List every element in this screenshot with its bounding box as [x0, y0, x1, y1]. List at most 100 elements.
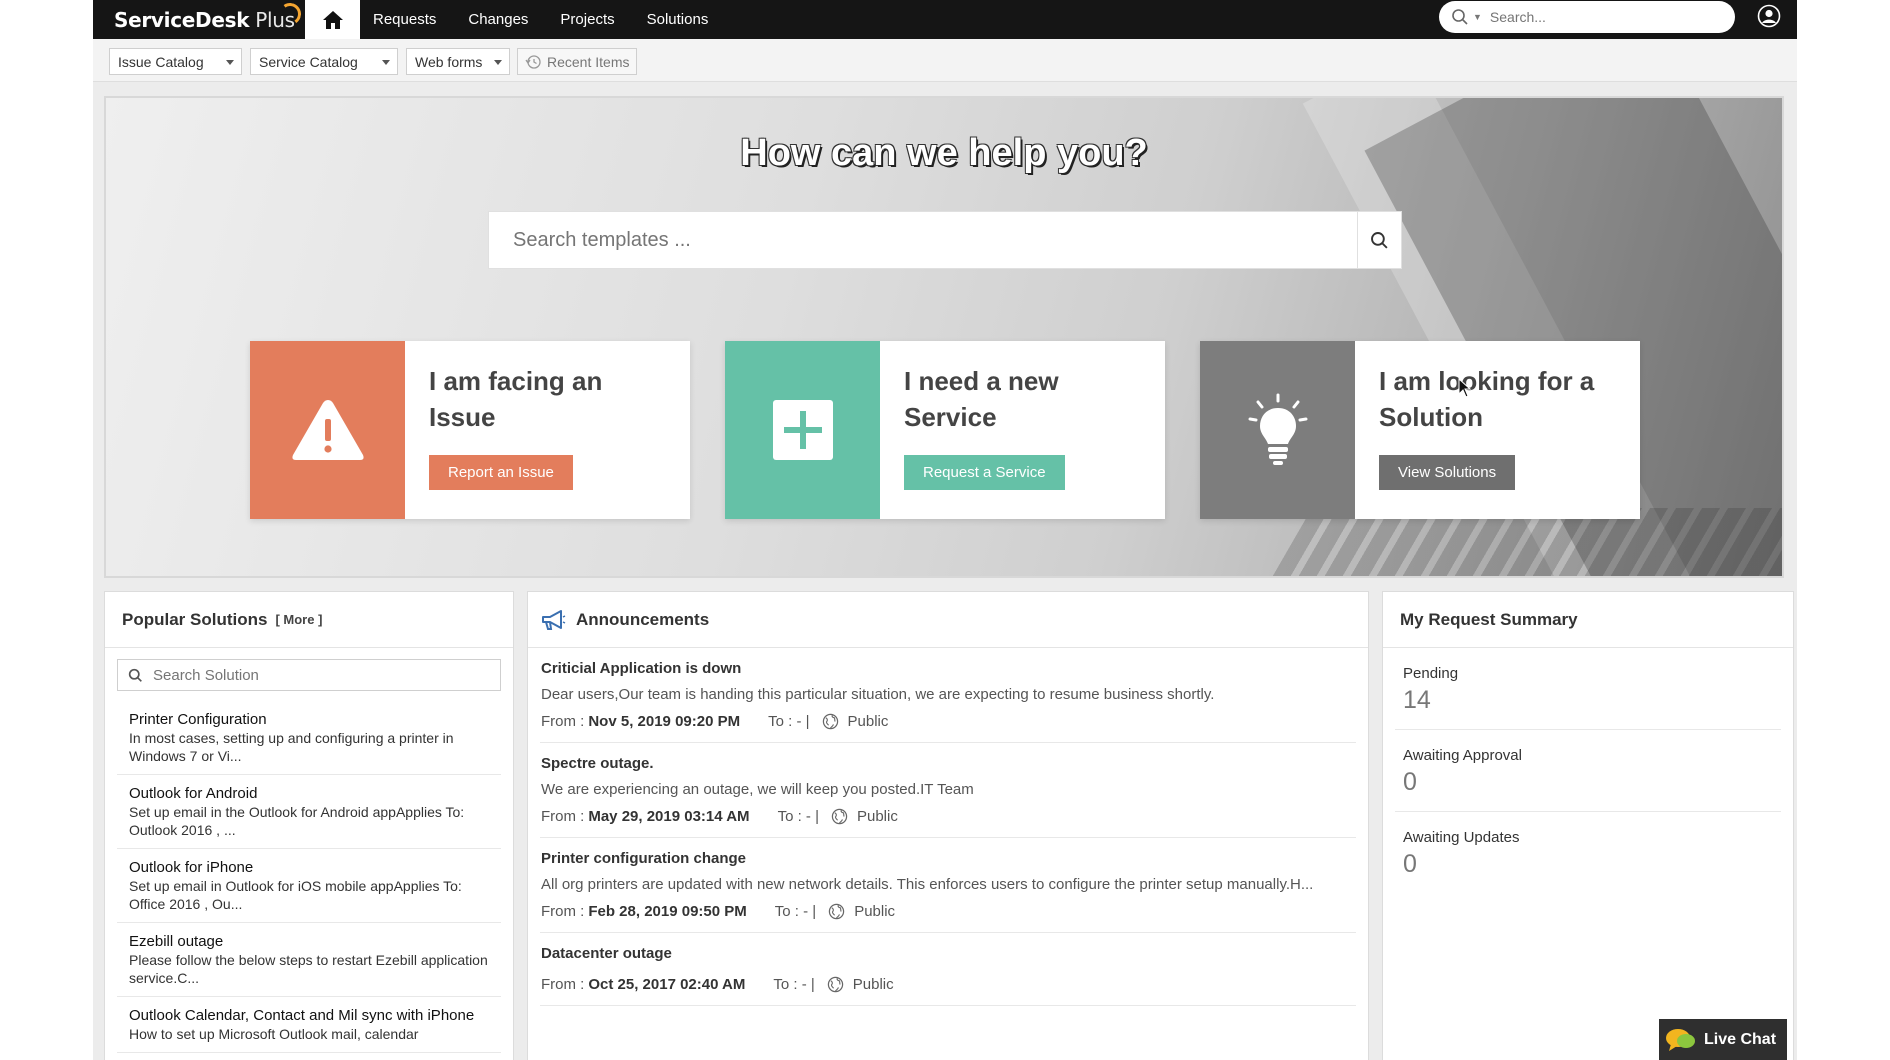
solution-item[interactable]: Outlook Calendar, Contact and Mil sync w… [117, 997, 501, 1053]
request-service-card: I need a new Service Request a Service [725, 341, 1165, 519]
nav-solutions[interactable]: Solutions [647, 11, 709, 28]
announcement-meta: From : Oct 25, 2017 02:40 AM To : - | Pub… [540, 976, 1356, 993]
recent-items-button[interactable]: Recent Items [517, 48, 637, 75]
lightbulb-icon [1248, 393, 1307, 465]
solution-item[interactable]: Ezebill outage Please follow the below s… [117, 923, 501, 997]
card-title-line: I am looking for a [1379, 366, 1595, 396]
view-solutions-button[interactable]: View Solutions [1379, 455, 1516, 490]
solution-description: Set up email in the Outlook for Android … [129, 804, 465, 838]
popular-solutions-panel: Popular Solutions [ More ] Printer Confi… [104, 591, 514, 1060]
announcements-title: Announcements [576, 609, 710, 629]
search-scope-dropdown-icon[interactable]: ▼ [1473, 12, 1482, 22]
summary-pending[interactable]: Pending 14 [1395, 648, 1781, 730]
announcement-meta: From : Feb 28, 2019 09:50 PM To : - | Pub… [540, 903, 1356, 920]
request-summary-header: My Request Summary [1383, 592, 1793, 648]
nav-projects[interactable]: Projects [560, 11, 614, 28]
announcement-visibility: Public [856, 808, 898, 825]
top-navigation-bar: ServiceDesk Plus Requests Changes Projec… [93, 0, 1797, 39]
nav-requests[interactable]: Requests [373, 11, 436, 28]
announcement-from-date: Oct 25, 2017 02:40 AM [588, 976, 746, 993]
card-title-line: I am facing an [429, 366, 603, 396]
view-solutions-card-body: I am looking for a Solution View Solution… [1355, 341, 1594, 519]
announcement-title: Datacenter outage [541, 945, 672, 962]
chevron-down-icon [226, 60, 234, 65]
nav-changes[interactable]: Changes [468, 11, 528, 28]
report-issue-button[interactable]: Report an Issue [429, 455, 573, 490]
live-chat-label: Live Chat [1704, 1030, 1777, 1048]
to-label: To : - | [774, 903, 817, 920]
global-search-input[interactable] [1489, 9, 1710, 25]
request-service-card-title: I need a new Service [904, 363, 1065, 435]
summary-count: 0 [1403, 850, 1417, 878]
announcement-description: Dear users,Our team is handing this part… [541, 686, 1215, 703]
chevron-down-icon [382, 60, 390, 65]
issue-catalog-dropdown[interactable]: Issue Catalog [109, 48, 242, 75]
search-icon[interactable] [1451, 8, 1469, 26]
to-label: To : - | [768, 713, 810, 730]
history-icon [525, 54, 541, 69]
announcements-panel: Announcements Criticial Application is d… [527, 591, 1369, 1060]
solution-title: Ezebill outage [129, 933, 224, 950]
template-search-button[interactable] [1357, 212, 1401, 268]
announcement-item[interactable]: Printer configuration change All org pri… [540, 838, 1356, 933]
solution-description: How to set up Microsoft Outlook mail, ca… [129, 1026, 419, 1042]
summary-count: 14 [1403, 686, 1431, 714]
announcement-from-date: Nov 5, 2019 09:20 PM [588, 713, 741, 730]
announcement-meta: From : May 29, 2019 03:14 AM To : - | Pub… [540, 808, 1356, 825]
solution-title: Outlook for iPhone [129, 859, 254, 876]
globe-icon [827, 976, 843, 993]
chevron-down-icon [494, 60, 502, 65]
service-catalog-dropdown[interactable]: Service Catalog [250, 48, 398, 75]
from-label: From : [541, 976, 585, 993]
mouse-cursor-icon [1458, 378, 1472, 398]
template-search-input[interactable] [489, 212, 1357, 268]
web-forms-label: Web forms [415, 53, 483, 70]
web-forms-dropdown[interactable]: Web forms [406, 48, 510, 75]
card-title-line: I need a new [904, 366, 1059, 396]
solution-search-input[interactable] [153, 666, 483, 684]
app-window: ServiceDesk Plus Requests Changes Projec… [93, 0, 1797, 1060]
solution-item[interactable]: Outlook for iPhone Set up email in Outlo… [117, 849, 501, 923]
plus-icon [772, 400, 833, 460]
user-profile-icon[interactable] [1757, 4, 1781, 28]
card-title-line: Solution [1379, 402, 1483, 432]
card-title-line: Issue [429, 402, 496, 432]
announcement-from-date: Feb 28, 2019 09:50 PM [588, 903, 747, 920]
summary-count: 0 [1403, 768, 1417, 796]
recent-items-label: Recent Items [547, 53, 630, 70]
solution-description: Please follow the below steps to restart… [129, 952, 488, 986]
home-button[interactable] [305, 0, 360, 39]
globe-icon [822, 713, 838, 730]
solution-title: Outlook for Android [129, 785, 258, 802]
live-chat-button[interactable]: Live Chat [1659, 1019, 1787, 1060]
solution-item[interactable]: Printer Configuration In most cases, set… [117, 701, 501, 775]
main-nav: Requests Changes Projects Solutions [373, 0, 740, 39]
summary-awaiting-updates[interactable]: Awaiting Updates 0 [1395, 812, 1781, 893]
view-solutions-card-title: I am looking for a Solution [1379, 363, 1594, 435]
solution-item[interactable]: Outlook for Android Set up email in the … [117, 775, 501, 849]
announcement-description: We are experiencing an outage, we will k… [541, 781, 974, 798]
popular-solutions-header: Popular Solutions [ More ] [105, 592, 513, 648]
announcement-item[interactable]: Datacenter outage From : Oct 25, 2017 02:… [540, 933, 1356, 1006]
summary-awaiting-approval[interactable]: Awaiting Approval 0 [1395, 730, 1781, 812]
solution-description: In most cases, setting up and configurin… [129, 730, 454, 764]
view-solutions-card-icon-area [1200, 341, 1355, 519]
megaphone-icon [542, 609, 566, 630]
chat-bubble-icon [1666, 1029, 1695, 1051]
hero-title: How can we help you? [740, 132, 1148, 174]
search-icon [128, 668, 142, 682]
request-service-card-body: I need a new Service Request a Service [880, 341, 1065, 519]
home-icon [322, 10, 343, 29]
popular-solutions-title: Popular Solutions [122, 609, 268, 629]
announcement-from-date: May 29, 2019 03:14 AM [588, 808, 750, 825]
announcement-item[interactable]: Spectre outage. We are experiencing an o… [540, 743, 1356, 838]
announcement-visibility: Public [852, 976, 894, 993]
logo-text-main: ServiceDesk [114, 7, 250, 32]
announcement-item[interactable]: Criticial Application is down Dear users… [540, 648, 1356, 743]
summary-label: Pending [1403, 665, 1459, 682]
announcement-visibility: Public [854, 903, 896, 920]
request-service-button[interactable]: Request a Service [904, 455, 1065, 490]
more-solutions-link[interactable]: [ More ] [275, 612, 322, 627]
app-logo[interactable]: ServiceDesk Plus [93, 0, 303, 39]
